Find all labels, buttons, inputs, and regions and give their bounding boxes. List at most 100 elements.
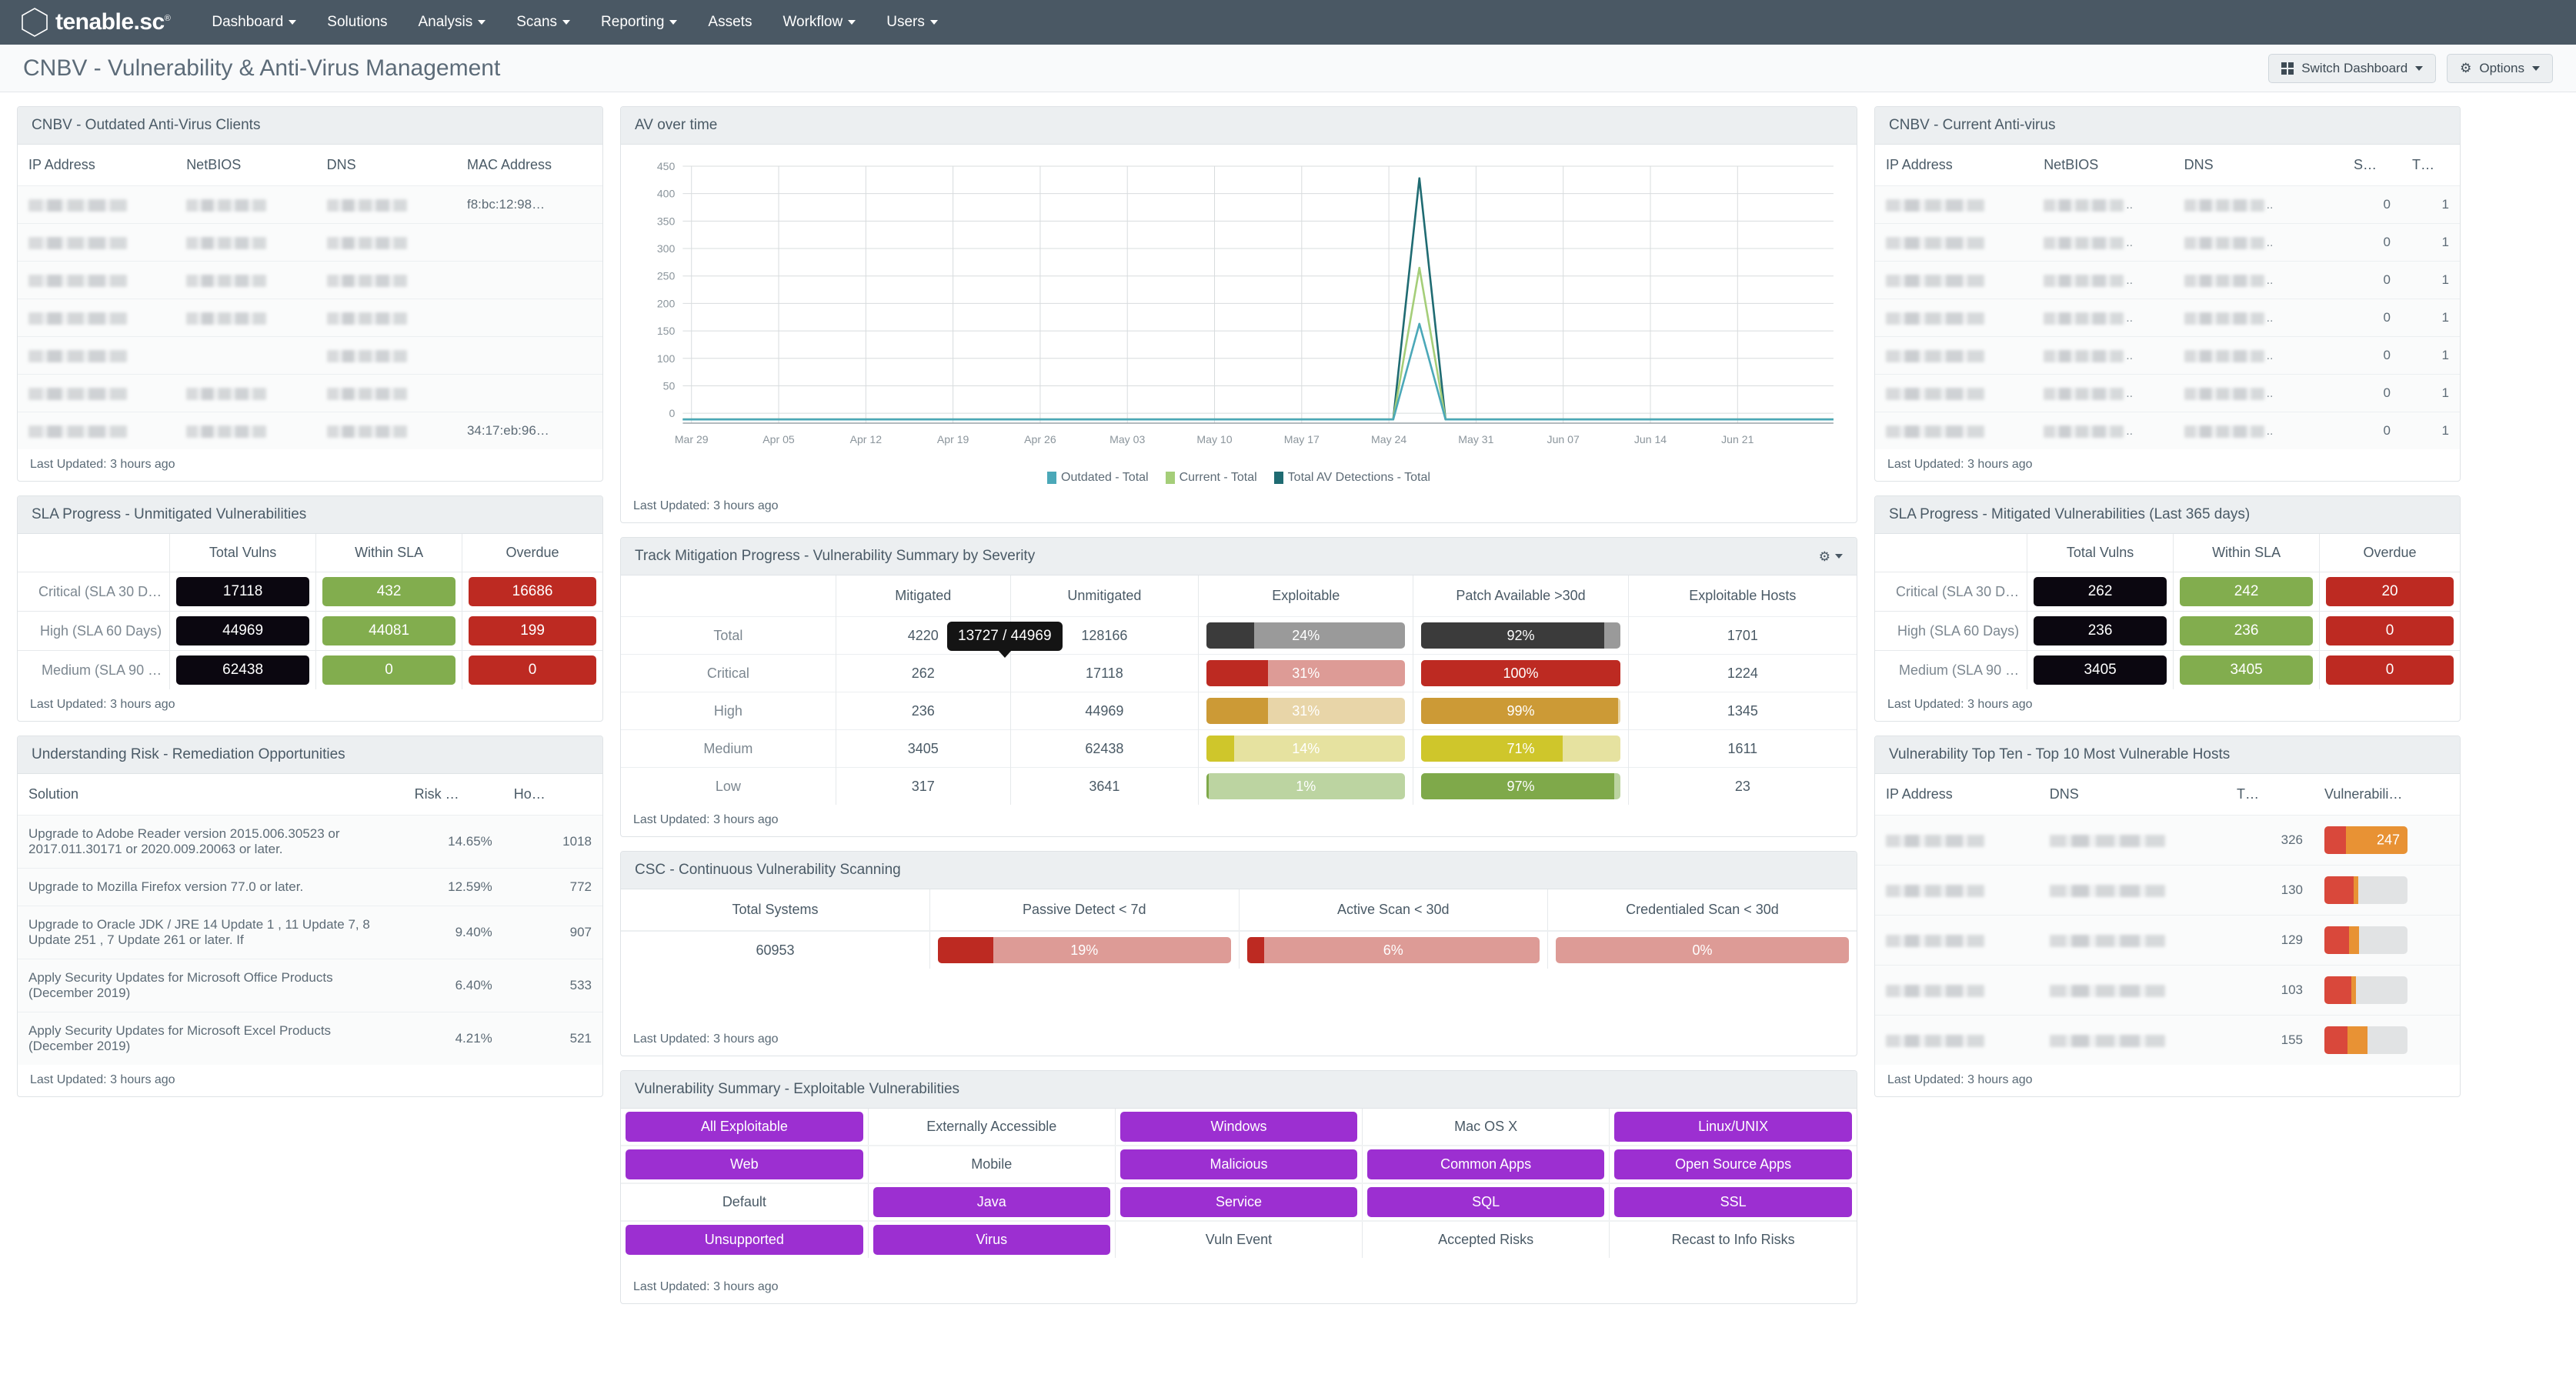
- cell-within-sla-chip[interactable]: 242: [2180, 577, 2314, 606]
- column-header[interactable]: Total Systems: [621, 889, 930, 931]
- column-header[interactable]: IP Address: [1875, 774, 2039, 816]
- column-header[interactable]: IP Address: [18, 145, 175, 186]
- table-row[interactable]: .... 0 1: [1875, 261, 2460, 299]
- column-header[interactable]: Within SLA: [315, 534, 463, 572]
- brand-logo-group[interactable]: tenable.sc®: [20, 7, 171, 38]
- column-header[interactable]: MAC Address: [456, 145, 602, 186]
- filter-button-open-source-apps[interactable]: Open Source Apps: [1614, 1149, 1852, 1179]
- filter-button-externally-accessible[interactable]: Externally Accessible: [873, 1112, 1110, 1142]
- cell-overdue-chip[interactable]: 199: [469, 616, 596, 645]
- cell-total-vulns-chip[interactable]: 236: [2034, 616, 2167, 645]
- table-row[interactable]: 130: [1875, 865, 2460, 916]
- table-row[interactable]: Critical 262 17118 31% 100% 1224: [621, 654, 1857, 692]
- column-header[interactable]: Passive Detect < 7d: [929, 889, 1240, 931]
- legend-item[interactable]: Current - Total: [1165, 471, 1257, 485]
- table-row[interactable]: [18, 374, 602, 412]
- filter-button-recast-to-info-risks[interactable]: Recast to Info Risks: [1614, 1225, 1852, 1255]
- options-button[interactable]: ⚙ Options: [2447, 53, 2553, 83]
- cell-exploitable-bar[interactable]: 24%: [1206, 622, 1406, 649]
- switch-dashboard-button[interactable]: Switch Dashboard: [2268, 53, 2437, 83]
- column-header[interactable]: Solution: [18, 774, 404, 816]
- column-header[interactable]: DNS: [316, 145, 456, 186]
- column-header[interactable]: [18, 534, 171, 572]
- cell-overdue-chip[interactable]: 20: [2326, 577, 2454, 606]
- cell-exploitable-bar[interactable]: 14%: [1206, 736, 1406, 762]
- cell-within-sla-chip[interactable]: 0: [322, 655, 456, 685]
- table-row[interactable]: 103: [1875, 965, 2460, 1016]
- column-header[interactable]: Patch Available >30d: [1413, 575, 1629, 617]
- table-row[interactable]: High (SLA 60 Days) 236 236 0: [1875, 611, 2460, 651]
- filter-button-default[interactable]: Default: [626, 1187, 863, 1217]
- table-row[interactable]: Upgrade to Oracle JDK / JRE 14 Update 1 …: [18, 906, 602, 959]
- column-header[interactable]: Within SLA: [2173, 534, 2321, 572]
- table-row[interactable]: Critical (SLA 30 D… 262 242 20: [1875, 572, 2460, 612]
- cell-overdue-chip[interactable]: 0: [2326, 655, 2454, 685]
- filter-button-windows[interactable]: Windows: [1119, 1112, 1358, 1142]
- column-header[interactable]: Overdue: [2320, 534, 2460, 572]
- column-header[interactable]: Risk …: [404, 774, 503, 816]
- table-row[interactable]: Critical (SLA 30 D… 17118 432 16686: [18, 572, 602, 612]
- cell-total-vulns-chip[interactable]: 62438: [176, 655, 310, 685]
- filter-button-all-exploitable[interactable]: All Exploitable: [626, 1112, 863, 1142]
- cell-patch-available-bar[interactable]: 99%: [1421, 698, 1620, 724]
- cell-patch-available-bar[interactable]: 100%: [1421, 660, 1620, 686]
- column-header[interactable]: DNS: [2174, 145, 2343, 186]
- cell-total-vulns-chip[interactable]: 3405: [2034, 655, 2167, 685]
- nav-item-workflow[interactable]: Workflow: [767, 8, 871, 37]
- table-row[interactable]: Medium (SLA 90 … 3405 3405 0: [1875, 650, 2460, 689]
- column-header[interactable]: T…: [2401, 145, 2460, 186]
- nav-item-analysis[interactable]: Analysis: [402, 8, 501, 37]
- table-row[interactable]: f8:bc:12:98…: [18, 185, 602, 224]
- nav-item-solutions[interactable]: Solutions: [312, 8, 402, 37]
- table-row[interactable]: [18, 299, 602, 337]
- cell-within-sla-chip[interactable]: 236: [2180, 616, 2314, 645]
- table-row[interactable]: Apply Security Updates for Microsoft Exc…: [18, 1012, 602, 1065]
- table-row[interactable]: [18, 261, 602, 299]
- cell-overdue-chip[interactable]: 0: [2326, 616, 2454, 645]
- table-row[interactable]: .... 0 1: [1875, 412, 2460, 449]
- column-header[interactable]: Unmitigated: [1010, 575, 1200, 617]
- filter-button-unsupported[interactable]: Unsupported: [626, 1225, 863, 1255]
- cell-within-sla-chip[interactable]: 3405: [2180, 655, 2314, 685]
- panel-settings-button[interactable]: ⚙: [1819, 550, 1843, 563]
- filter-button-mobile[interactable]: Mobile: [873, 1149, 1110, 1179]
- table-row[interactable]: .... 0 1: [1875, 185, 2460, 224]
- column-header[interactable]: Exploitable: [1198, 575, 1414, 617]
- filter-button-mac-os-x[interactable]: Mac OS X: [1367, 1112, 1604, 1142]
- column-header[interactable]: Overdue: [462, 534, 602, 572]
- filter-button-ssl[interactable]: SSL: [1614, 1187, 1852, 1217]
- table-row[interactable]: Apply Security Updates for Microsoft Off…: [18, 959, 602, 1012]
- scan-coverage-bar[interactable]: 0%: [1556, 937, 1849, 963]
- cell-exploitable-bar[interactable]: 31%: [1206, 698, 1406, 724]
- column-header[interactable]: DNS: [2039, 774, 2226, 816]
- cell-within-sla-chip[interactable]: 432: [322, 577, 456, 606]
- column-header[interactable]: Credentialed Scan < 30d: [1548, 889, 1857, 931]
- nav-item-assets[interactable]: Assets: [692, 8, 767, 37]
- vulnerability-severity-bar[interactable]: [2324, 1026, 2407, 1054]
- filter-button-accepted-risks[interactable]: Accepted Risks: [1367, 1225, 1604, 1255]
- vulnerability-severity-bar[interactable]: [2324, 926, 2407, 954]
- table-row[interactable]: 326 247: [1875, 815, 2460, 866]
- column-header[interactable]: Total Vulns: [2027, 534, 2174, 572]
- table-row[interactable]: 34:17:eb:96…: [18, 412, 602, 449]
- nav-item-scans[interactable]: Scans: [501, 8, 586, 37]
- table-row[interactable]: Upgrade to Mozilla Firefox version 77.0 …: [18, 868, 602, 906]
- table-row[interactable]: .... 0 1: [1875, 336, 2460, 375]
- table-row[interactable]: High 236 44969 31% 99% 1345: [621, 692, 1857, 730]
- filter-button-web[interactable]: Web: [626, 1149, 863, 1179]
- filter-button-virus[interactable]: Virus: [873, 1225, 1110, 1255]
- column-header[interactable]: Ho…: [503, 774, 602, 816]
- scan-coverage-bar[interactable]: 6%: [1246, 937, 1540, 963]
- column-header[interactable]: Total Vulns: [169, 534, 317, 572]
- filter-button-vuln-event[interactable]: Vuln Event: [1120, 1225, 1357, 1255]
- nav-item-reporting[interactable]: Reporting: [586, 8, 692, 37]
- column-header[interactable]: NetBIOS: [2033, 145, 2173, 186]
- cell-patch-available-bar[interactable]: 71%: [1421, 736, 1620, 762]
- filter-button-java[interactable]: Java: [873, 1187, 1110, 1217]
- cell-total-vulns-chip[interactable]: 17118: [176, 577, 310, 606]
- column-header[interactable]: [621, 575, 836, 617]
- table-row[interactable]: .... 0 1: [1875, 374, 2460, 412]
- cell-exploitable-bar[interactable]: 1%: [1206, 773, 1406, 799]
- column-header[interactable]: NetBIOS: [175, 145, 315, 186]
- vulnerability-severity-bar[interactable]: [2324, 876, 2407, 904]
